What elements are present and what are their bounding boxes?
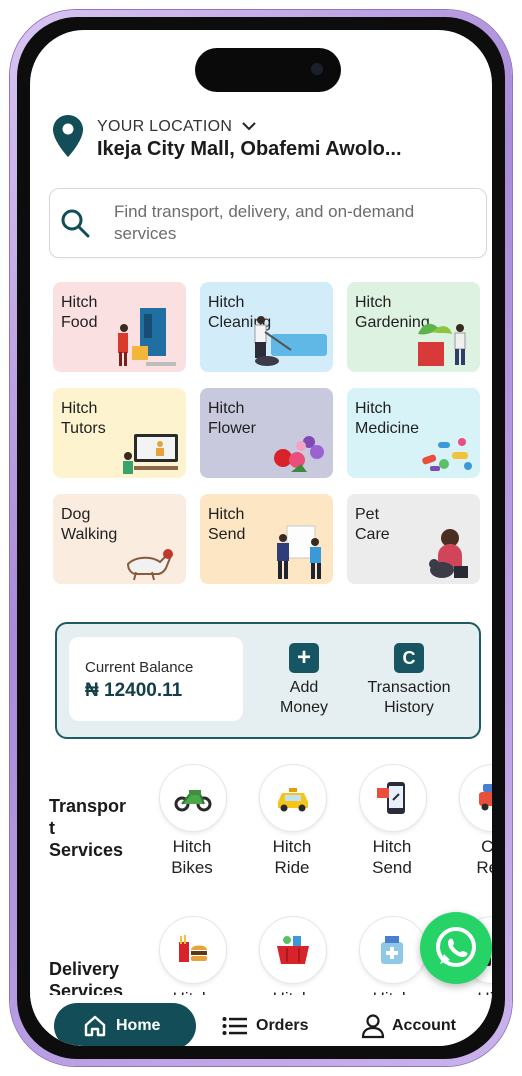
chevron-down-icon[interactable] [241, 120, 257, 132]
dynamic-island [195, 48, 341, 92]
dog-walking-illustration [126, 549, 173, 581]
hitch-ride-button[interactable] [259, 764, 327, 832]
nav-home-label[interactable]: Home [116, 1017, 160, 1035]
hitch-bikes-button[interactable] [159, 764, 227, 832]
transport-services-title: Transpor t Services [49, 796, 127, 860]
home-icon [84, 1015, 106, 1037]
balance-label: Current Balance [85, 659, 194, 676]
food-shop-illustration [118, 308, 176, 366]
gardening-illustration [418, 323, 466, 366]
phone-frame: YOUR LOCATION Ikeja City Mall, Obafemi A… [10, 10, 512, 1066]
tile-label: Hitch Tutors [61, 400, 106, 437]
service-tile-hitch-cleaning[interactable]: Hitch Cleaning [200, 282, 333, 372]
service-tile-hitch-food[interactable]: Hitch Food [53, 282, 186, 372]
nav-orders-tab[interactable]: Orders [256, 1017, 308, 1035]
fast-food-icon [179, 935, 207, 962]
basket-icon [277, 936, 309, 964]
service-tile-hitch-flower[interactable]: Hitch Flower [200, 388, 333, 478]
medicine-illustration [422, 438, 472, 471]
service-tile-hitch-tutors[interactable]: Hitch Tutors [53, 388, 186, 478]
cleaning-illustration [254, 316, 327, 366]
add-money-icon[interactable]: + [289, 643, 319, 673]
whatsapp-button[interactable] [420, 912, 492, 984]
hitch-bikes-label[interactable]: Hitch Bikes [152, 836, 232, 878]
add-money-button[interactable]: Add Money [257, 678, 351, 718]
service-tile-hitch-send[interactable]: Hitch Send [200, 494, 333, 584]
car-rental-icon [479, 784, 492, 811]
service-tile-pet-care[interactable]: Pet Care [347, 494, 480, 584]
tile-label: Dog Walking [61, 506, 118, 543]
transaction-history-icon[interactable]: C [394, 643, 424, 673]
hitch-send-label[interactable]: Hitch Send [352, 836, 432, 878]
whatsapp-icon [436, 927, 476, 967]
location-label: YOUR LOCATION [97, 118, 233, 135]
service-tile-hitch-medicine[interactable]: Hitch Medicine [347, 388, 480, 478]
tile-label: Hitch Food [61, 294, 98, 331]
medicine-icon [381, 936, 403, 964]
car-rental-label[interactable]: Ca Ren [452, 836, 492, 878]
app-screen: YOUR LOCATION Ikeja City Mall, Obafemi A… [30, 30, 492, 1046]
service-tile-dog-walking[interactable]: Dog Walking [53, 494, 186, 584]
hitch-send-button[interactable] [359, 764, 427, 832]
delivery-food-button[interactable] [159, 916, 227, 984]
location-value[interactable]: Ikeja City Mall, Obafemi Awolo... [97, 138, 402, 161]
delivery-grocery-button[interactable] [259, 916, 327, 984]
search-placeholder[interactable]: Find transport, delivery, and on-demand … [114, 201, 434, 245]
tile-label: Hitch Medicine [355, 400, 420, 437]
location-pin-icon [53, 115, 83, 157]
car-rental-button[interactable] [459, 764, 492, 832]
balance-card [69, 637, 243, 721]
motorbike-icon [174, 790, 212, 812]
tile-label: Pet Care [355, 506, 390, 543]
camera-dot [311, 63, 323, 75]
pet-care-illustration [429, 529, 468, 578]
send-illustration [277, 525, 321, 579]
tile-label: Hitch Send [208, 506, 246, 543]
parcel-phone-icon [377, 782, 405, 814]
tutor-illustration [123, 434, 178, 474]
balance-value: ₦ 12400.11 [85, 680, 183, 701]
nav-account-tab[interactable]: Account [392, 1017, 456, 1035]
tile-label: Hitch Flower [208, 400, 257, 437]
service-tile-hitch-gardening[interactable]: Hitch Gardening [347, 282, 480, 372]
list-icon [222, 1017, 247, 1035]
transaction-history-button[interactable]: Transaction History [353, 678, 465, 718]
taxi-icon [278, 788, 308, 812]
search-icon [61, 209, 90, 238]
phone-bezel: YOUR LOCATION Ikeja City Mall, Obafemi A… [17, 17, 505, 1059]
hitch-ride-label[interactable]: Hitch Ride [252, 836, 332, 878]
flower-illustration [274, 436, 324, 472]
account-icon [361, 1014, 385, 1039]
delivery-medicine-button[interactable] [359, 916, 427, 984]
